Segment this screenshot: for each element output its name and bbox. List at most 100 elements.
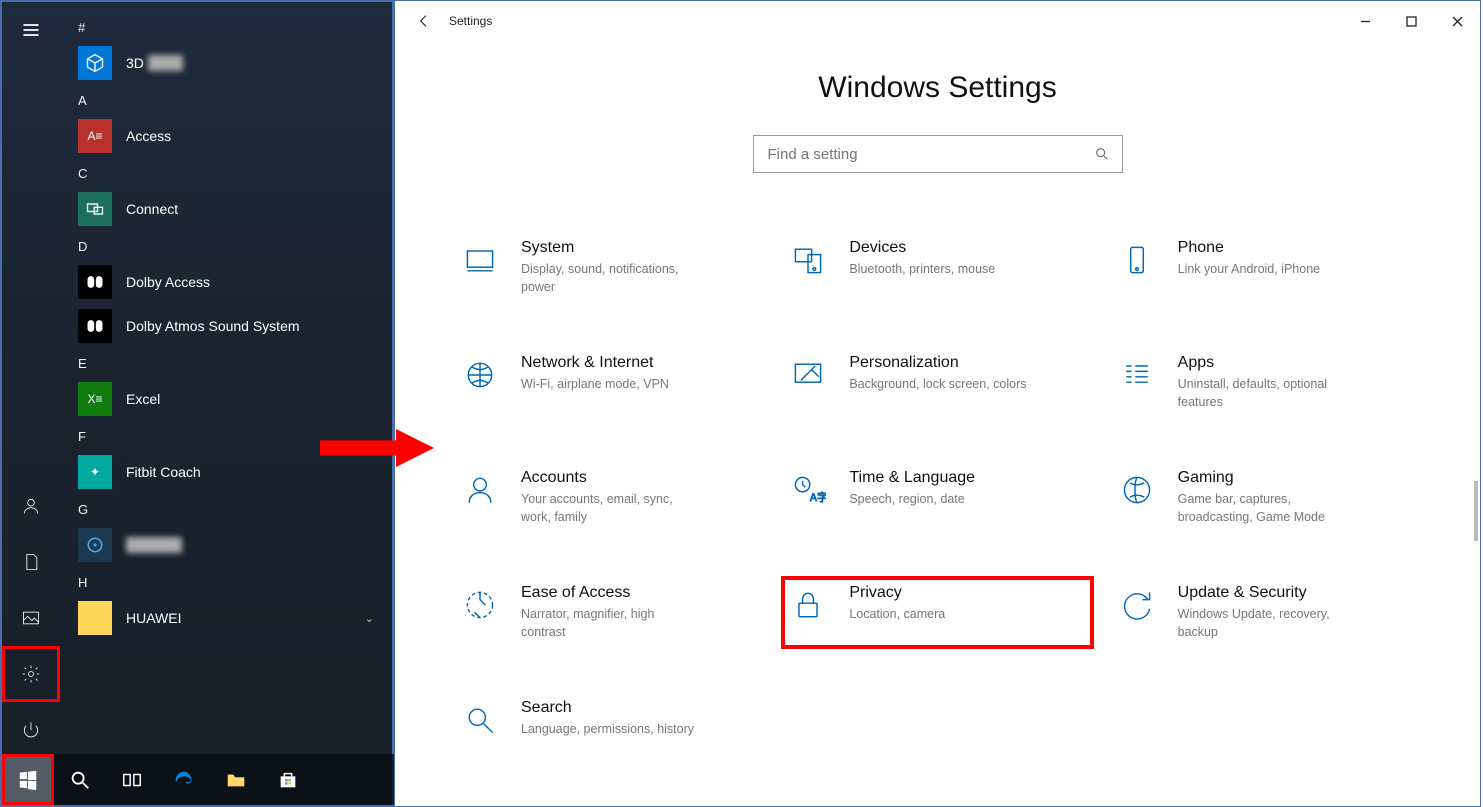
app-excel-label: Excel [126, 391, 160, 407]
app-excel[interactable]: X≡ Excel [70, 377, 382, 421]
app-3d-label: 3D [126, 55, 144, 71]
folder-icon [78, 601, 112, 635]
cat-phone[interactable]: Phone Link your Android, iPhone [1112, 233, 1420, 302]
cat-apps-title: Apps [1178, 354, 1358, 372]
cat-devices[interactable]: DevicesBluetooth, printers, mouse [783, 233, 1091, 302]
letter-header-e[interactable]: E [70, 348, 382, 377]
minimize-button[interactable] [1342, 1, 1388, 41]
cat-ease[interactable]: Ease of AccessNarrator, magnifier, high … [455, 578, 763, 647]
titlebar: Settings [395, 1, 1480, 41]
letter-header-d[interactable]: D [70, 231, 382, 260]
cat-search[interactable]: Search Language, permissions, history [455, 693, 763, 747]
cat-system[interactable]: SystemDisplay, sound, notifications, pow… [455, 233, 763, 302]
cat-phone-desc: Link your Android, iPhone [1178, 261, 1320, 279]
maximize-button[interactable] [1388, 1, 1434, 41]
app-fitbit[interactable]: ✦ Fitbit Coach [70, 450, 382, 494]
cat-apps-desc: Uninstall, defaults, optional features [1178, 376, 1358, 411]
taskbar-edge[interactable] [158, 754, 210, 805]
globe-icon [459, 354, 501, 396]
excel-icon: X≡ [78, 382, 112, 416]
letter-header-f[interactable]: F [70, 421, 382, 450]
app-connect[interactable]: Connect [70, 187, 382, 231]
store-icon [277, 769, 299, 791]
cat-search-title: Search [521, 699, 694, 717]
page-title: Windows Settings [395, 71, 1480, 105]
cat-update-title: Update & Security [1178, 584, 1358, 602]
letter-header-h[interactable]: H [70, 567, 382, 596]
start-all-apps[interactable]: # 3D xxxxx A A≡ Access C Connect D Dolby… [60, 2, 392, 754]
arrow-left-icon [416, 13, 432, 29]
gear-icon [21, 664, 41, 684]
letter-header-hash[interactable]: # [70, 12, 382, 41]
back-button[interactable] [409, 13, 439, 29]
scrollbar[interactable] [1474, 481, 1478, 541]
letter-header-g[interactable]: G [70, 494, 382, 523]
cat-time-desc: Speech, region, date [849, 491, 975, 509]
rail-power[interactable] [2, 702, 60, 758]
cat-search-desc: Language, permissions, history [521, 721, 694, 739]
app-connect-label: Connect [126, 201, 178, 217]
access-icon: A≡ [78, 119, 112, 153]
power-icon [21, 720, 41, 740]
xbox-icon [1116, 469, 1158, 511]
start-rail [2, 2, 60, 758]
app-access[interactable]: A≡ Access [70, 114, 382, 158]
cat-time[interactable]: A字 Time & Language Speech, region, date [783, 463, 1091, 532]
cat-privacy[interactable]: PrivacyLocation, camera [783, 578, 1091, 647]
cat-personalization[interactable]: PersonalizationBackground, lock screen, … [783, 348, 1091, 417]
app-dolby-atmos-label: Dolby Atmos Sound System [126, 318, 300, 334]
system-icon [459, 239, 501, 281]
dolby-icon [78, 265, 112, 299]
taskbar-explorer[interactable] [210, 754, 262, 805]
letter-header-a[interactable]: A [70, 85, 382, 114]
close-button[interactable] [1434, 1, 1480, 41]
nav-expand-button[interactable] [2, 2, 60, 58]
cat-devices-title: Devices [849, 239, 995, 257]
cat-apps[interactable]: Apps Uninstall, defaults, optional featur… [1112, 348, 1420, 417]
cat-gaming-title: Gaming [1178, 469, 1358, 487]
cat-accounts-desc: Your accounts, email, sync, work, family [521, 491, 701, 526]
app-huawei[interactable]: HUAWEI ⌄ [70, 596, 382, 640]
redacted-text: xxxxxxxx [126, 537, 182, 553]
pictures-icon [21, 608, 41, 628]
cat-network-desc: Wi-Fi, airplane mode, VPN [521, 376, 669, 394]
disc-icon [78, 528, 112, 562]
cat-network-title: Network & Internet [521, 354, 669, 372]
cat-gaming[interactable]: GamingGame bar, captures, broadcasting, … [1112, 463, 1420, 532]
settings-window: Settings Windows Settings SystemDisplay,… [394, 0, 1481, 807]
cat-network[interactable]: Network & Internet Wi-Fi, airplane mode, … [455, 348, 763, 417]
taskbar-store[interactable] [262, 754, 314, 805]
search-input[interactable] [766, 145, 1094, 164]
search-icon [1094, 146, 1110, 162]
taskbar [2, 754, 396, 805]
window-caption: Settings [439, 14, 492, 28]
app-3d[interactable]: 3D xxxxx [70, 41, 382, 85]
taskview-icon [121, 769, 143, 791]
app-dolby-atmos[interactable]: Dolby Atmos Sound System [70, 304, 382, 348]
cat-phone-title: Phone [1178, 239, 1320, 257]
accounts-icon [459, 469, 501, 511]
chevron-down-icon: ⌄ [365, 612, 374, 625]
cat-update-desc: Windows Update, recovery, backup [1178, 606, 1358, 641]
rail-pictures[interactable] [2, 590, 60, 646]
cat-update[interactable]: Update & Security Windows Update, recover… [1112, 578, 1420, 647]
search-box[interactable] [753, 135, 1123, 173]
rail-account[interactable] [2, 478, 60, 534]
rail-settings[interactable] [2, 646, 60, 702]
letter-header-c[interactable]: C [70, 158, 382, 187]
minimize-icon [1360, 16, 1371, 27]
settings-categories: SystemDisplay, sound, notifications, pow… [455, 233, 1420, 747]
taskbar-search[interactable] [54, 754, 106, 805]
close-icon [1452, 16, 1463, 27]
cat-privacy-title: Privacy [849, 584, 945, 602]
taskbar-taskview[interactable] [106, 754, 158, 805]
start-button[interactable] [2, 754, 54, 805]
app-dolby-access[interactable]: Dolby Access [70, 260, 382, 304]
svg-text:A字: A字 [810, 491, 826, 504]
app-fitbit-label: Fitbit Coach [126, 464, 201, 480]
rail-documents[interactable] [2, 534, 60, 590]
app-g[interactable]: xxxxxxxx [70, 523, 382, 567]
cat-time-title: Time & Language [849, 469, 975, 487]
search-cat-icon [459, 699, 501, 741]
cat-accounts[interactable]: AccountsYour accounts, email, sync, work… [455, 463, 763, 532]
